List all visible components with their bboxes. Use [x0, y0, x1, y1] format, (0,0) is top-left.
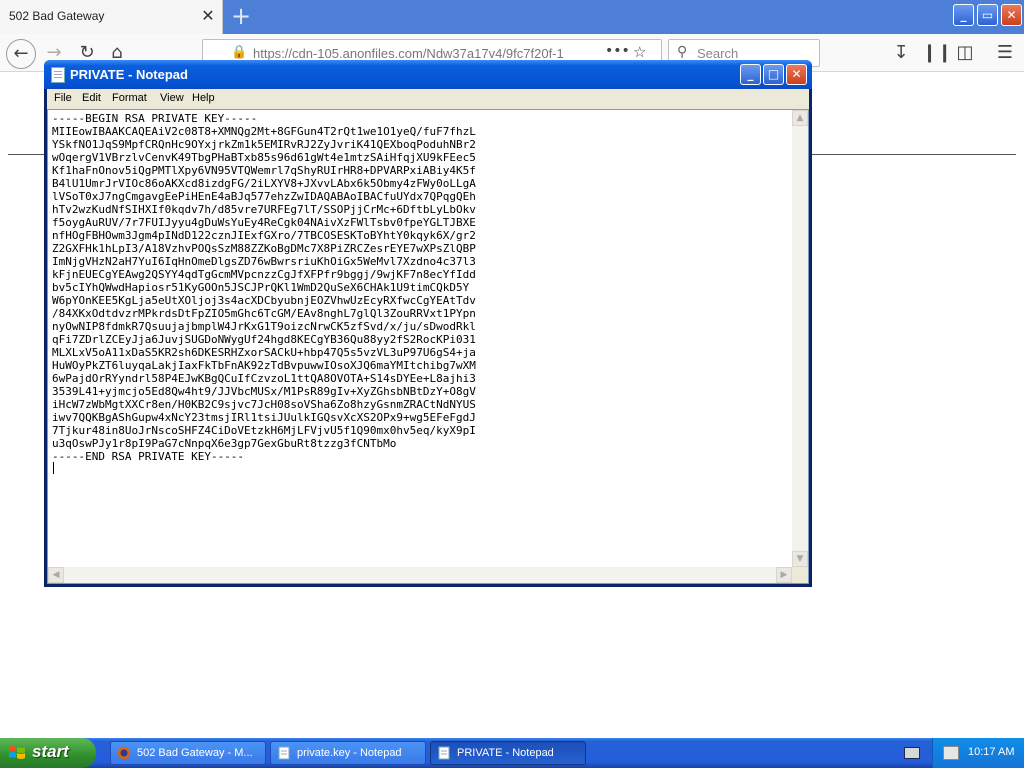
notepad-minimize-button[interactable]: _ [740, 64, 761, 85]
menu-file[interactable]: File [54, 92, 72, 104]
new-tab-button[interactable]: + [228, 3, 254, 29]
hamburger-menu-icon[interactable]: ☰ [994, 42, 1016, 64]
menu-help[interactable]: Help [192, 92, 215, 104]
browser-minimize-button[interactable]: _ [953, 4, 974, 26]
browser-maximize-button[interactable]: ▭ [977, 4, 998, 26]
taskbar-item-label: 502 Bad Gateway - M... [137, 747, 253, 759]
scrollbar-corner [792, 567, 808, 583]
url-text[interactable]: https://cdn-105.anonfiles.com/Ndw37a17v4… [253, 46, 583, 61]
start-label: start [32, 742, 69, 761]
start-button[interactable]: start [0, 738, 96, 768]
taskbar-item-firefox[interactable]: 502 Bad Gateway - M... [110, 741, 266, 765]
download-icon[interactable]: ↧ [890, 42, 912, 64]
scroll-down-arrow-icon[interactable]: ▼ [792, 551, 808, 567]
search-icon: ⚲ [677, 44, 688, 60]
windows-logo-icon [9, 746, 25, 759]
taskbar-item-private-notepad[interactable]: PRIVATE - Notepad [430, 741, 586, 765]
notepad-close-button[interactable]: ✕ [786, 64, 807, 85]
scroll-up-arrow-icon[interactable]: ▲ [792, 110, 808, 126]
library-icon[interactable]: ❙❙ [922, 42, 952, 64]
page-actions-icon[interactable]: ••• [605, 43, 630, 59]
lock-icon: 🔒 [231, 45, 248, 60]
text-caret [53, 462, 54, 474]
menu-view[interactable]: View [160, 92, 184, 104]
menu-format[interactable]: Format [112, 92, 147, 104]
taskbar: start 502 Bad Gateway - M... private.key… [0, 738, 1024, 768]
notepad-title: PRIVATE - Notepad [70, 67, 188, 82]
horizontal-scrollbar[interactable]: ◀ ▶ [48, 567, 792, 583]
notepad-window: PRIVATE - Notepad _ □ ✕ File Edit Format… [44, 60, 812, 587]
search-placeholder: Search [697, 46, 739, 61]
network-icon[interactable] [943, 746, 959, 760]
menu-edit[interactable]: Edit [82, 92, 101, 104]
system-tray: 10:17 AM [932, 738, 1024, 768]
tab-close-icon[interactable]: ✕ [200, 7, 216, 25]
keyboard-icon[interactable] [904, 747, 920, 759]
notepad-icon [438, 746, 450, 760]
back-arrow-icon[interactable]: ← [6, 39, 36, 69]
browser-tab-bar: 502 Bad Gateway ✕ + _ ▭ ✕ [0, 0, 1024, 34]
notepad-maximize-button[interactable]: □ [763, 64, 784, 85]
scroll-left-arrow-icon[interactable]: ◀ [48, 567, 64, 583]
taskbar-item-label: PRIVATE - Notepad [457, 747, 554, 759]
taskbar-item-private-key-notepad[interactable]: private.key - Notepad [270, 741, 426, 765]
taskbar-item-label: private.key - Notepad [297, 747, 402, 759]
notepad-menu-bar: File Edit Format View Help [47, 89, 809, 109]
notepad-text-content[interactable]: -----BEGIN RSA PRIVATE KEY----- MIIEowIB… [52, 112, 787, 560]
notepad-edit-area[interactable]: -----BEGIN RSA PRIVATE KEY----- MIIEowIB… [47, 109, 809, 584]
firefox-icon [118, 747, 130, 759]
notepad-icon [278, 746, 290, 760]
scroll-right-arrow-icon[interactable]: ▶ [776, 567, 792, 583]
tab-title: 502 Bad Gateway [9, 9, 105, 23]
clock[interactable]: 10:17 AM [968, 746, 1014, 758]
sidebar-icon[interactable]: ◫ [954, 42, 976, 64]
browser-tab[interactable]: 502 Bad Gateway ✕ [0, 0, 223, 34]
notepad-title-bar[interactable]: PRIVATE - Notepad _ □ ✕ [44, 60, 812, 89]
notepad-icon [51, 67, 65, 83]
vertical-scrollbar[interactable]: ▲ ▼ [792, 110, 808, 567]
bookmark-star-icon[interactable]: ☆ [633, 43, 646, 61]
browser-close-button[interactable]: ✕ [1001, 4, 1022, 26]
